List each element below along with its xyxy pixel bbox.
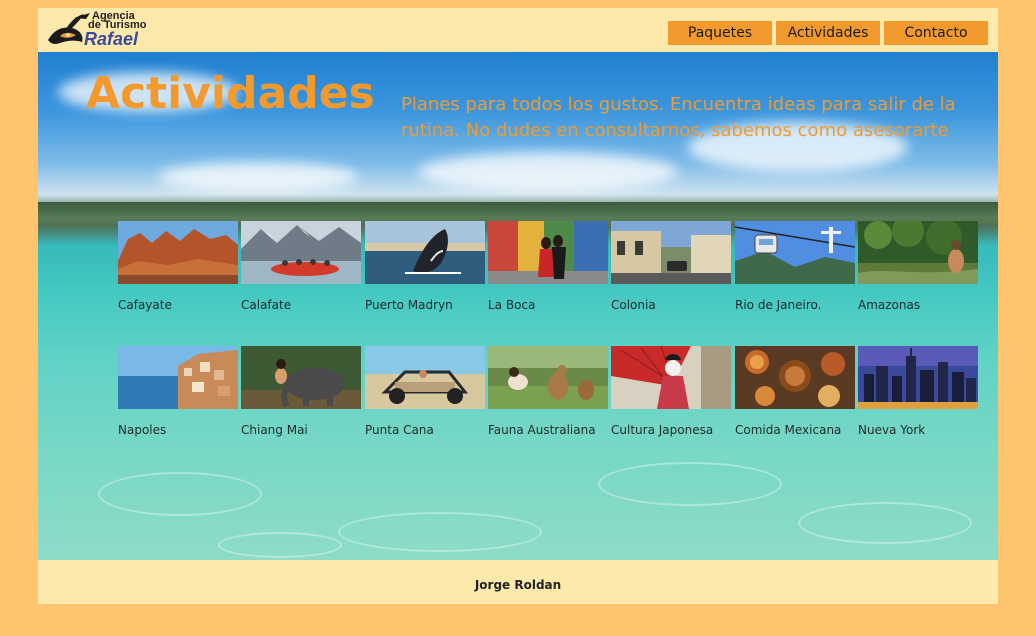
activity-card-punta-cana[interactable]: Punta Cana: [365, 346, 485, 446]
cloud-shape: [158, 162, 358, 192]
activity-label: Rio de Janeiro.: [735, 298, 822, 312]
activity-card-chiang-mai[interactable]: Chiang Mai: [241, 346, 361, 446]
water-ripple: [338, 512, 542, 552]
site-footer: Jorge Roldan: [38, 560, 998, 604]
skyline-photo: [858, 346, 978, 409]
site-header: Agencia de Turismo Rafael Paquetes Activ…: [38, 8, 998, 52]
water-ripple: [218, 532, 342, 558]
activity-label: Nueva York: [858, 423, 926, 437]
activity-label: Puerto Madryn: [365, 298, 453, 312]
cable-car-photo: [735, 221, 855, 284]
nav-paquetes-button[interactable]: Paquetes: [668, 21, 772, 45]
food-photo: [735, 346, 855, 409]
jungle-photo: [858, 221, 978, 284]
activity-card-fauna-australiana[interactable]: Fauna Australiana: [488, 346, 608, 446]
water-ripple: [598, 462, 782, 506]
nav-actividades-button[interactable]: Actividades: [776, 21, 880, 45]
activity-card-colonia[interactable]: Colonia: [611, 221, 731, 321]
activity-card-puerto-madryn[interactable]: Puerto Madryn: [365, 221, 485, 321]
page: Agencia de Turismo Rafael Paquetes Activ…: [38, 8, 998, 604]
activity-label: Cultura Japonesa: [611, 423, 714, 437]
kangaroo-photo: [488, 346, 608, 409]
tango-photo: [488, 221, 608, 284]
activity-label: Colonia: [611, 298, 656, 312]
activity-card-calafate[interactable]: Calafate: [241, 221, 361, 321]
page-title: Actividades: [86, 68, 375, 119]
site-logo[interactable]: Agencia de Turismo Rafael: [46, 10, 162, 50]
activity-label: Amazonas: [858, 298, 921, 312]
activity-label: Fauna Australiana: [488, 423, 596, 437]
rafting-photo: [241, 221, 361, 284]
hero-beach-background: Actividades Planes para todos los gustos…: [38, 52, 998, 560]
elephant-photo: [241, 346, 361, 409]
activity-card-cafayate[interactable]: Cafayate: [118, 221, 238, 321]
canyon-photo: [118, 221, 238, 284]
activity-card-comida-mexicana[interactable]: Comida Mexicana: [735, 346, 855, 446]
activity-label: Comida Mexicana: [735, 423, 842, 437]
footer-author: Jorge Roldan: [474, 578, 562, 592]
whale-photo: [365, 221, 485, 284]
buggy-photo: [365, 346, 485, 409]
activity-card-la-boca[interactable]: La Boca: [488, 221, 608, 321]
activity-card-rio-de-janeiro[interactable]: Rio de Janeiro.: [735, 221, 855, 321]
activity-label: Punta Cana: [365, 423, 434, 437]
activity-label: Napoles: [118, 423, 167, 437]
water-ripple: [798, 502, 972, 544]
activity-label: Chiang Mai: [241, 423, 308, 437]
main-nav: Paquetes Actividades Contacto: [668, 21, 988, 45]
logo-line-rafael: Rafael: [84, 29, 139, 49]
page-subtitle: Planes para todos los gustos. Encuentra …: [401, 94, 956, 141]
activity-label: Calafate: [241, 298, 292, 312]
street-photo: [611, 221, 731, 284]
activity-card-nueva-york[interactable]: Nueva York: [858, 346, 978, 446]
activity-card-cultura-japonesa[interactable]: Cultura Japonesa: [611, 346, 731, 446]
activity-card-amazonas[interactable]: Amazonas: [858, 221, 978, 321]
water-ripple: [98, 472, 262, 516]
activity-label: Cafayate: [118, 298, 172, 312]
coast-town-photo: [118, 346, 238, 409]
activity-card-napoles[interactable]: Napoles: [118, 346, 238, 446]
nav-contacto-button[interactable]: Contacto: [884, 21, 988, 45]
geisha-photo: [611, 346, 731, 409]
cloud-shape: [418, 152, 678, 192]
activity-label: La Boca: [488, 298, 536, 312]
